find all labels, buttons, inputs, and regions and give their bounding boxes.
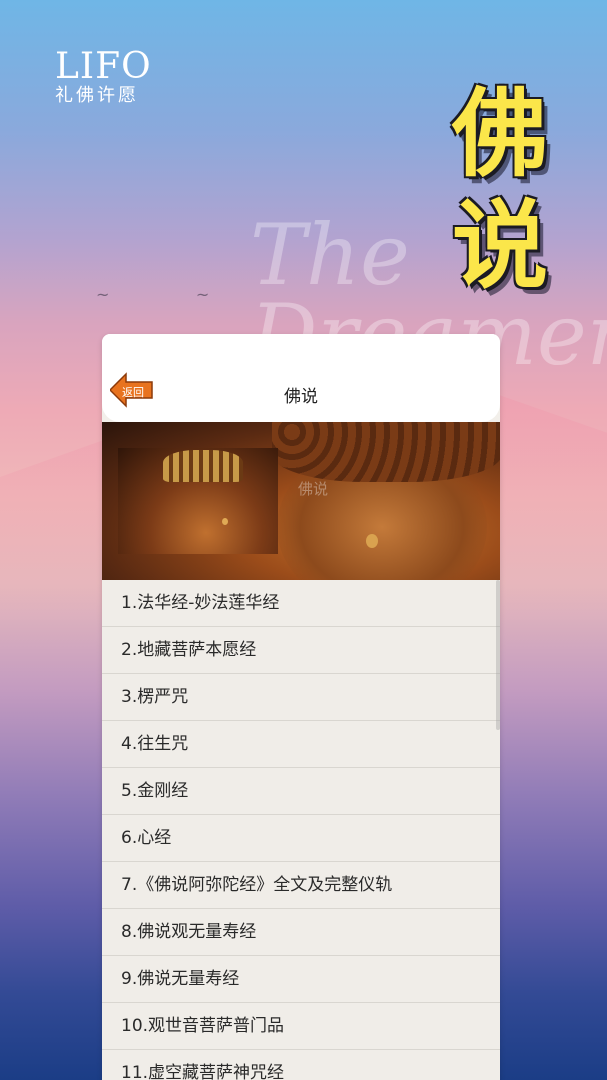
list-item[interactable]: 1.法华经-妙法莲华经 xyxy=(102,580,500,627)
list-item[interactable]: 5.金刚经 xyxy=(102,768,500,815)
list-item[interactable]: 6.心经 xyxy=(102,815,500,862)
content-card: 返回 佛说 佛说 1.法华经-妙法莲华经 2.地藏菩萨本愿经 3.楞严咒 4.往… xyxy=(102,334,500,1080)
scrollbar[interactable] xyxy=(496,580,500,730)
buddha-hair-detail xyxy=(272,422,500,482)
inset-buddha-image xyxy=(118,448,278,554)
app-logo: LIFO 礼佛许愿 xyxy=(55,48,152,106)
birds-decoration: ~ ~ xyxy=(96,285,210,304)
list-item[interactable]: 3.楞严咒 xyxy=(102,674,500,721)
logo-text: LIFO xyxy=(55,46,152,87)
page-title: 佛说 xyxy=(284,387,318,407)
list-item[interactable]: 8.佛说观无量寿经 xyxy=(102,909,500,956)
inset-urna-dot xyxy=(222,518,228,525)
list-item[interactable]: 10.观世音菩萨普门品 xyxy=(102,1003,500,1050)
list-item[interactable]: 2.地藏菩萨本愿经 xyxy=(102,627,500,674)
list-item[interactable]: 9.佛说无量寿经 xyxy=(102,956,500,1003)
list-item[interactable]: 4.往生咒 xyxy=(102,721,500,768)
urna-dot xyxy=(366,534,378,548)
banner-overlay-text: 佛说 xyxy=(298,480,329,498)
banner-image: 佛说 xyxy=(102,422,500,580)
crown-detail xyxy=(163,450,243,482)
list-item[interactable]: 7.《佛说阿弥陀经》全文及完整仪轨 xyxy=(102,862,500,909)
hero-title: 佛说 xyxy=(452,78,548,302)
app-screen: The Dreamer ~ ~ LIFO 礼佛许愿 佛说 返回 佛说 xyxy=(0,0,607,1080)
sutra-list: 1.法华经-妙法莲华经 2.地藏菩萨本愿经 3.楞严咒 4.往生咒 5.金刚经 … xyxy=(102,580,500,1080)
list-item[interactable]: 11.虚空藏菩萨神咒经 xyxy=(102,1050,500,1080)
logo-subtitle: 礼佛许愿 xyxy=(55,85,139,106)
card-header: 返回 佛说 xyxy=(102,334,500,422)
